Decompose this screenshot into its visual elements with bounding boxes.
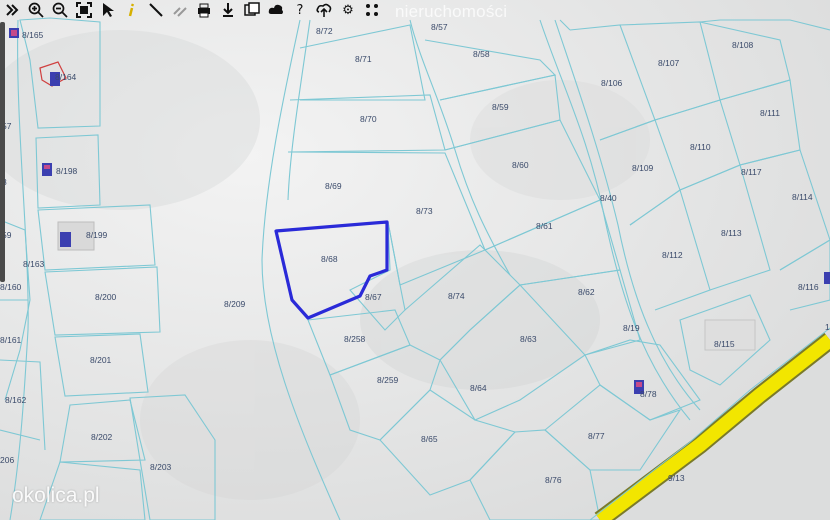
parcel-label-8-198: 8/198 [56, 166, 78, 176]
parcel-label-8-59: 8/59 [492, 102, 509, 112]
parcel-label-8-62: 8/62 [578, 287, 595, 297]
parcel-label-8-77: 8/77 [588, 431, 605, 441]
parcel-label-8-201: 8/201 [90, 355, 112, 365]
parcel-label-8-202: 8/202 [91, 432, 113, 442]
parcel-label-8-65: 8/65 [421, 434, 438, 444]
parcel-label-8-163: 8/163 [23, 259, 45, 269]
parcel-label-1: 1 [825, 322, 830, 332]
parcel-label-8-109: 8/109 [632, 163, 654, 173]
watermark-bottom: okolica.pl [12, 484, 100, 507]
parcel-label-8-115: 8/115 [714, 339, 735, 349]
parcel-label-8-199: 8/199 [86, 230, 108, 240]
side-panel-handle[interactable] [0, 22, 5, 282]
parcel-label-8-40: 8/40 [600, 193, 617, 203]
parcel-label-8-64: 8/64 [470, 383, 487, 393]
parcel-label-8-68: 8/68 [321, 254, 338, 264]
parcel-label-8-108: 8/108 [732, 40, 754, 50]
parcel-label-8-113: 8/113 [721, 228, 742, 238]
parcel-label-8-259: 8/259 [377, 375, 399, 385]
parcel-label-8-74: 8/74 [448, 291, 465, 301]
parcel-label-8-258: 8/258 [344, 334, 366, 344]
layers-icon[interactable] [242, 1, 262, 19]
parcel-label-8-114: 8/114 [792, 192, 813, 202]
parcel-label-8-69: 8/69 [325, 181, 342, 191]
parcel-label-8-162: 8/162 [5, 395, 27, 405]
parcel-label-206: 206 [0, 455, 14, 465]
parcel-label-8-116: 8/116 [798, 282, 819, 292]
parcel-label-8-209: 8/209 [224, 299, 246, 309]
parcel-label-8-110: 8/110 [690, 142, 711, 152]
settings-icon[interactable]: ⚙ [338, 1, 358, 19]
parcel-label-8-161: 8/161 [0, 335, 22, 345]
zoom-in-icon[interactable] [26, 1, 46, 19]
expand-icon[interactable] [2, 1, 22, 19]
print-icon[interactable] [194, 1, 214, 19]
parcel-label-9-13: 9/13 [668, 473, 685, 483]
map-toolbar: ? ⚙ [0, 0, 382, 20]
parcel-label-8-61: 8/61 [536, 221, 553, 231]
map-canvas[interactable]: 8/1658/164578/19888/199598/1638/1608/200… [0, 0, 830, 520]
parcel-label-8-63: 8/63 [520, 334, 537, 344]
cloud-icon[interactable] [266, 1, 286, 19]
upload-icon[interactable] [314, 1, 334, 19]
zoom-out-icon[interactable] [50, 1, 70, 19]
pointer-icon[interactable] [98, 1, 118, 19]
parcel-label-8-71: 8/71 [355, 54, 372, 64]
help-icon[interactable]: ? [290, 1, 310, 19]
parcel-label-8-164: 8/164 [55, 72, 77, 82]
parcel-label-8-107: 8/107 [658, 58, 680, 68]
parcel-label-8-73: 8/73 [416, 206, 433, 216]
measure-icon[interactable] [146, 1, 166, 19]
parcel-label-8-165: 8/165 [22, 30, 44, 40]
parcel-label-8-58: 8/58 [473, 49, 490, 59]
parcel-label-8-106: 8/106 [601, 78, 623, 88]
parcel-label-8-57: 8/57 [431, 22, 448, 32]
parcel-label-8-67: 8/67 [365, 292, 382, 302]
parcel-label-8-19: 8/19 [623, 323, 640, 333]
info-icon[interactable] [122, 1, 142, 19]
parcel-label-8-117: 8/117 [741, 167, 762, 177]
grid-icon[interactable] [362, 1, 382, 19]
parcel-label-8-112: 8/112 [662, 250, 683, 260]
parcel-label-8-160: 8/160 [0, 282, 22, 292]
parcel-label-8-200: 8/200 [95, 292, 117, 302]
parcel-label-8-60: 8/60 [512, 160, 529, 170]
building-8-198 [42, 163, 52, 176]
parcel-label-8-78: 8/78 [640, 389, 657, 399]
building-8-116 [824, 272, 830, 284]
parcel-label-8-70: 8/70 [360, 114, 377, 124]
parcel-label-8-203: 8/203 [150, 462, 172, 472]
parcel-label-8-72: 8/72 [316, 26, 333, 36]
link-icon[interactable] [170, 1, 190, 19]
parcel-label-8-76: 8/76 [545, 475, 562, 485]
fit-extent-icon[interactable] [74, 1, 94, 19]
watermark-top: nieruchomości [395, 2, 508, 21]
building-8-165 [9, 28, 19, 38]
pan-icon[interactable] [218, 1, 238, 19]
parcel-label-8-111: 8/111 [760, 108, 780, 118]
